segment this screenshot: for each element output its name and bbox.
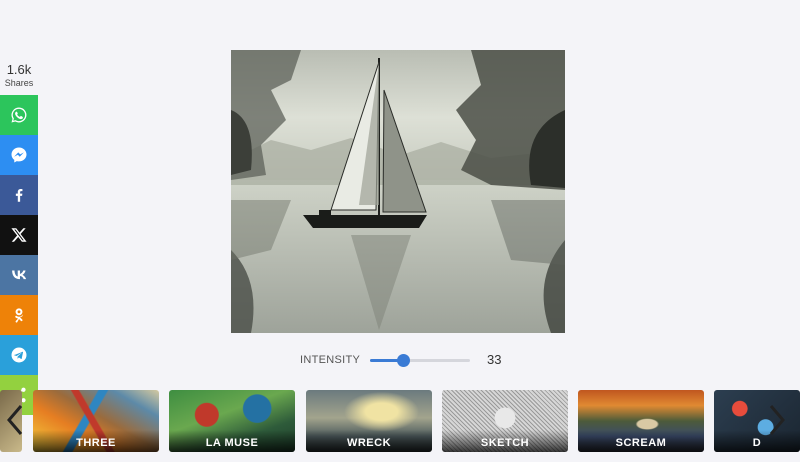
style-thumbnail-sketch[interactable]: SKETCH bbox=[442, 390, 568, 452]
carousel-prev-button[interactable] bbox=[2, 400, 28, 440]
style-label: SCREAM bbox=[578, 430, 704, 452]
messenger-icon bbox=[11, 147, 27, 163]
facebook-icon bbox=[15, 189, 23, 202]
style-label: SKETCH bbox=[442, 430, 568, 452]
share-sidebar bbox=[0, 95, 38, 415]
intensity-control: INTENSITY 33 bbox=[300, 350, 520, 370]
style-carousel: THREE LA MUSE WRECK SKETCH SCREAM D bbox=[0, 380, 800, 462]
style-label: LA MUSE bbox=[169, 430, 295, 452]
share-messenger-button[interactable] bbox=[0, 135, 38, 175]
style-thumbnail-la-muse[interactable]: LA MUSE bbox=[169, 390, 295, 452]
share-count-label: Shares bbox=[4, 78, 34, 88]
carousel-next-button[interactable] bbox=[764, 400, 790, 440]
share-telegram-button[interactable] bbox=[0, 335, 38, 375]
share-whatsapp-button[interactable] bbox=[0, 95, 38, 135]
chevron-right-icon bbox=[769, 405, 785, 435]
style-thumbnail-scream[interactable]: SCREAM bbox=[578, 390, 704, 452]
share-x-button[interactable] bbox=[0, 215, 38, 255]
share-odnoklassniki-button[interactable] bbox=[0, 295, 38, 335]
whatsapp-icon bbox=[11, 107, 27, 123]
x-icon bbox=[11, 228, 27, 242]
vk-icon bbox=[12, 270, 27, 280]
intensity-label: INTENSITY bbox=[300, 354, 361, 366]
intensity-slider[interactable] bbox=[370, 354, 470, 367]
share-facebook-button[interactable] bbox=[0, 175, 38, 215]
share-count-number: 1.6k bbox=[6, 62, 32, 77]
stylized-artwork-image bbox=[231, 50, 565, 333]
style-label: THREE bbox=[33, 430, 159, 452]
odnoklassniki-icon bbox=[15, 308, 23, 323]
chevron-left-icon bbox=[7, 405, 23, 435]
style-thumbnail-wreck[interactable]: WRECK bbox=[306, 390, 432, 452]
share-vk-button[interactable] bbox=[0, 255, 38, 295]
intensity-value: 33 bbox=[487, 352, 502, 367]
share-count: 1.6k Shares bbox=[0, 62, 38, 89]
style-label: WRECK bbox=[306, 430, 432, 452]
intensity-slider-thumb[interactable] bbox=[397, 354, 410, 367]
telegram-icon bbox=[11, 347, 27, 363]
style-thumbnail-three[interactable]: THREE bbox=[33, 390, 159, 452]
